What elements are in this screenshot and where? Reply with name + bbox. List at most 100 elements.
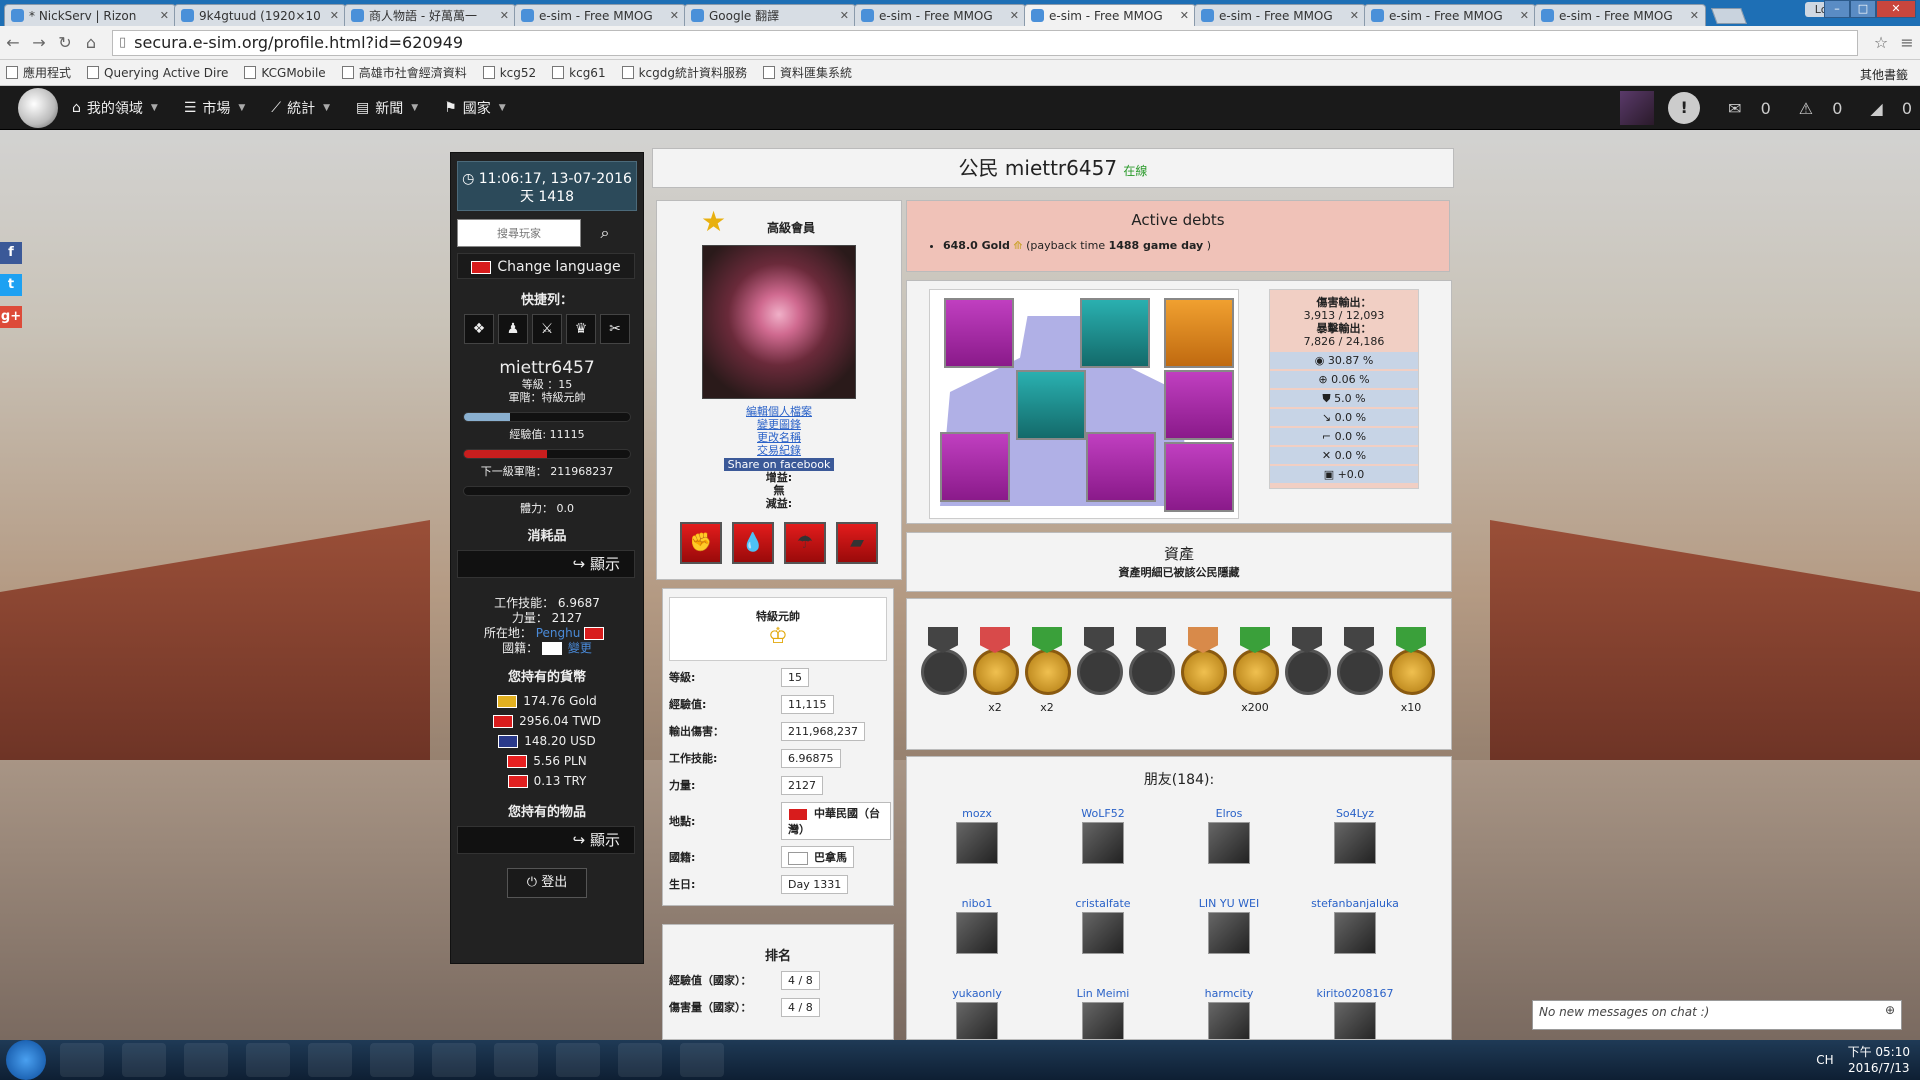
medal[interactable]: x2: [973, 627, 1019, 714]
explorer-taskbar-icon[interactable]: [122, 1043, 166, 1077]
blood-drop-icon[interactable]: 💧: [732, 522, 774, 564]
browser-tab[interactable]: Google 翻譯 ✕: [684, 4, 856, 26]
nav-market[interactable]: ☰ 市場 ▼: [184, 98, 245, 118]
tab-close-icon[interactable]: ✕: [1520, 9, 1529, 22]
medal[interactable]: x200: [1233, 627, 1279, 714]
tab-close-icon[interactable]: ✕: [670, 9, 679, 22]
bookmark-item[interactable]: kcgdg統計資料服務: [621, 64, 747, 81]
friend-avatar[interactable]: [1334, 1002, 1376, 1039]
tab-close-icon[interactable]: ✕: [330, 9, 339, 22]
bookmark-item[interactable]: KCGMobile: [244, 66, 326, 80]
gloves-slot[interactable]: [1080, 298, 1150, 368]
close-window-button[interactable]: ✕: [1876, 0, 1916, 18]
app-taskbar-icon[interactable]: [370, 1043, 414, 1077]
tab-close-icon[interactable]: ✕: [1010, 9, 1019, 22]
friend-avatar[interactable]: [1208, 822, 1250, 864]
umbrella-icon[interactable]: ☂: [784, 522, 826, 564]
twitter-icon[interactable]: t: [0, 274, 22, 296]
fist-icon[interactable]: ✊: [680, 522, 722, 564]
bookmark-item[interactable]: kcg61: [552, 66, 606, 80]
tab-close-icon[interactable]: ✕: [840, 9, 849, 22]
medal[interactable]: [921, 627, 967, 701]
browser-tab[interactable]: 商人物語 - 好萬萬一 ✕: [344, 4, 516, 26]
boots-slot[interactable]: [1086, 432, 1156, 502]
chat-toggle-icon[interactable]: ⊕: [1885, 1003, 1895, 1017]
friend-item[interactable]: cristalfate: [1043, 897, 1163, 954]
app-taskbar-icon[interactable]: [680, 1043, 724, 1077]
friend-item[interactable]: stefanbanjaluka: [1295, 897, 1415, 954]
friend-avatar[interactable]: [1208, 912, 1250, 954]
language-indicator[interactable]: CH: [1816, 1053, 1833, 1067]
swords-icon[interactable]: ⚔: [532, 314, 562, 344]
tools-taskbar-icon[interactable]: [246, 1043, 290, 1077]
laptop-slot[interactable]: [1164, 442, 1234, 512]
bookmark-item[interactable]: kcg52: [482, 66, 536, 80]
app-taskbar-icon[interactable]: [432, 1043, 476, 1077]
feed-counter[interactable]: ◢ 0: [1856, 99, 1912, 118]
friend-avatar[interactable]: [956, 912, 998, 954]
messages-counter[interactable]: ✉ 0: [1714, 99, 1771, 118]
consumables-show-button[interactable]: ↪ 顯示: [457, 550, 635, 578]
bookmark-item[interactable]: 資料匯集系統: [762, 64, 852, 81]
url-input[interactable]: ▯ secura.e-sim.org/profile.html?id=620949: [112, 29, 1858, 56]
users-icon[interactable]: ♟: [498, 314, 528, 344]
trophy-icon[interactable]: ♛: [566, 314, 596, 344]
friend-item[interactable]: harmcity: [1169, 987, 1289, 1039]
ie-taskbar-icon[interactable]: [60, 1043, 104, 1077]
bookmark-item[interactable]: 高雄市社會經濟資料: [341, 64, 467, 81]
tab-close-icon[interactable]: ✕: [1690, 9, 1699, 22]
friend-item[interactable]: yukaonly: [917, 987, 1037, 1039]
lucky-charm-slot[interactable]: [1164, 298, 1234, 368]
friend-item[interactable]: mozx: [917, 807, 1037, 864]
tab-close-icon[interactable]: ✕: [160, 9, 169, 22]
tab-close-icon[interactable]: ✕: [1180, 9, 1189, 22]
app-taskbar-icon[interactable]: [308, 1043, 352, 1077]
friend-avatar[interactable]: [1082, 1002, 1124, 1039]
friend-avatar[interactable]: [1334, 912, 1376, 954]
helmet-slot[interactable]: [944, 298, 1014, 368]
facebook-share-button[interactable]: Share on facebook: [723, 458, 835, 471]
alerts-counter[interactable]: ⚠ 0: [1785, 99, 1843, 118]
friend-avatar[interactable]: [956, 822, 998, 864]
nav-my-domain[interactable]: ⌂ 我的領域 ▼: [72, 98, 158, 118]
google-plus-icon[interactable]: g+: [0, 306, 22, 328]
edit-profile-link[interactable]: 編輯個人檔案: [657, 405, 901, 418]
friend-item[interactable]: WoLF52: [1043, 807, 1163, 864]
browser-tab[interactable]: e-sim - Free MMOG ✕: [514, 4, 686, 26]
friend-avatar[interactable]: [1208, 1002, 1250, 1039]
menu-icon[interactable]: ≡: [1894, 33, 1920, 52]
friend-item[interactable]: kirito0208167: [1295, 987, 1415, 1039]
bookmark-item[interactable]: Querying Active Dire: [87, 66, 228, 80]
player-search-input[interactable]: [457, 219, 581, 247]
browser-tab[interactable]: e-sim - Free MMOG ✕: [854, 4, 1026, 26]
medal[interactable]: [1337, 627, 1383, 701]
browser-tab-active[interactable]: e-sim - Free MMOG ✕: [1024, 4, 1196, 26]
friend-avatar[interactable]: [956, 1002, 998, 1039]
app-taskbar-icon[interactable]: [556, 1043, 600, 1077]
tray-clock[interactable]: 下午 05:10 2016/7/13: [1848, 1044, 1910, 1076]
friend-item[interactable]: Lin Meimi: [1043, 987, 1163, 1039]
transactions-link[interactable]: 交易紀錄: [657, 444, 901, 457]
tab-close-icon[interactable]: ✕: [500, 9, 509, 22]
friend-item[interactable]: Elros: [1169, 807, 1289, 864]
location-link[interactable]: Penghu: [536, 626, 581, 640]
medal[interactable]: x2: [1025, 627, 1071, 714]
sidebar-player-name[interactable]: miettr6457: [451, 358, 643, 378]
friend-avatar[interactable]: [1082, 822, 1124, 864]
change-name-link[interactable]: 更改名稱: [657, 431, 901, 444]
search-icon[interactable]: ⌕: [581, 219, 629, 247]
browser-tab[interactable]: e-sim - Free MMOG ✕: [1364, 4, 1536, 26]
friend-item[interactable]: LIN YU WEI: [1169, 897, 1289, 954]
home-icon[interactable]: ⌂: [78, 33, 104, 52]
medal[interactable]: [1181, 627, 1227, 701]
reload-icon[interactable]: ↻: [52, 33, 78, 52]
new-tab-button[interactable]: [1711, 8, 1747, 24]
facebook-icon[interactable]: f: [0, 242, 22, 264]
medal[interactable]: [1129, 627, 1175, 701]
citizenship-change-link[interactable]: 變更: [568, 641, 592, 655]
bookmark-item[interactable]: 應用程式: [6, 64, 71, 81]
pants-slot[interactable]: [940, 432, 1010, 502]
minimize-button[interactable]: –: [1824, 0, 1850, 18]
user-avatar[interactable]: [1620, 91, 1655, 125]
bookmark-icon[interactable]: ❖: [464, 314, 494, 344]
